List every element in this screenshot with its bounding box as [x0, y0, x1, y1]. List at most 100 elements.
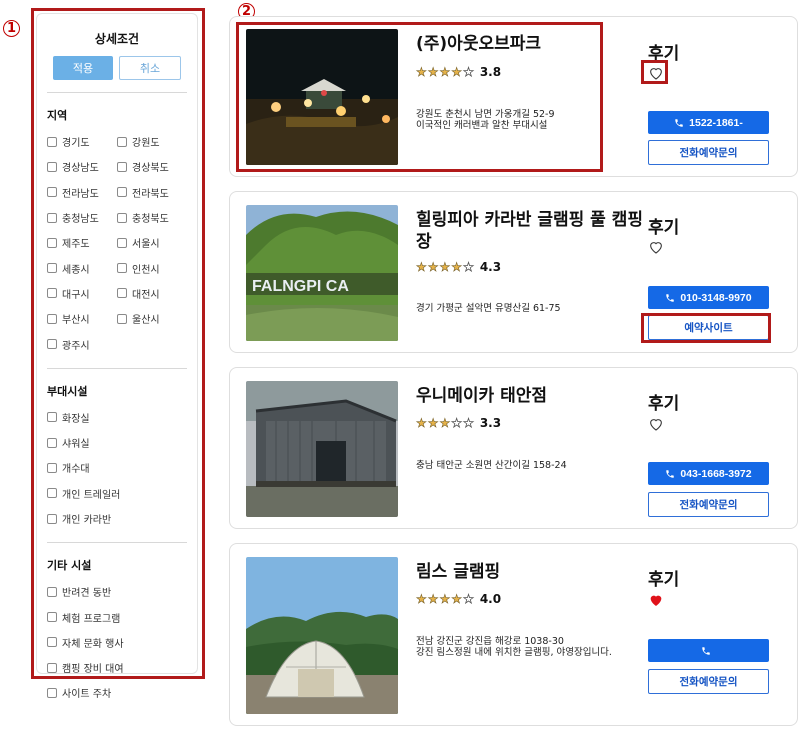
checkbox-icon[interactable]	[47, 212, 57, 223]
checkbox-icon[interactable]	[47, 339, 57, 350]
listing-thumbnail[interactable]: FALNGPI CA	[246, 205, 398, 341]
listing-title[interactable]: 림스 글램핑	[416, 561, 646, 583]
checkbox-icon[interactable]	[117, 237, 127, 248]
filter-checkbox[interactable]: 인천시	[117, 255, 187, 280]
star-filled-icon: ★	[439, 260, 451, 274]
rating: ★ ★ ★ ★ ★ 4.0	[416, 592, 501, 606]
listing-thumbnail[interactable]	[246, 29, 398, 165]
phone-button[interactable]	[648, 639, 769, 662]
checkbox-icon[interactable]	[47, 187, 57, 198]
checkbox-icon[interactable]	[117, 187, 127, 198]
filter-checkbox[interactable]: 세종시	[47, 255, 117, 280]
checkbox-icon[interactable]	[117, 136, 127, 147]
filter-checkbox[interactable]: 경기도	[47, 129, 117, 154]
checkbox-icon[interactable]	[47, 662, 57, 673]
listing-title[interactable]: 우니메이카 태안점	[416, 385, 646, 407]
filter-checkbox[interactable]: 충청북도	[117, 205, 187, 230]
checkbox-icon[interactable]	[47, 136, 57, 147]
filter-checkbox[interactable]: 전라남도	[47, 180, 117, 205]
checkbox-icon[interactable]	[47, 637, 57, 648]
filter-checkbox[interactable]: 강원도	[117, 129, 187, 154]
listing-card[interactable]: 우니메이카 태안점 ★ ★ ★ ★ ★ 3.3 충남 태안군 소원면 산간이길 158-…	[229, 367, 798, 529]
checkbox-icon[interactable]	[47, 237, 57, 248]
checkbox-icon[interactable]	[47, 313, 57, 324]
filter-checkbox[interactable]: 개수대	[47, 455, 187, 480]
filter-checkbox[interactable]: 제주도	[47, 230, 117, 255]
heart-icon[interactable]	[648, 239, 664, 255]
filter-checkbox[interactable]: 반려견 동반	[47, 579, 187, 604]
filter-checkbox[interactable]: 경상남도	[47, 154, 117, 179]
review-link[interactable]: 후기	[648, 389, 679, 414]
phone-inquiry-button[interactable]: 전화예약문의	[648, 669, 769, 694]
listing-card[interactable]: FALNGPI CA 힐링피아 카라반 글램핑 풀 캠핑장 ★ ★ ★ ★ ★ 4.3 …	[229, 191, 798, 353]
checkbox-label: 샤워실	[62, 439, 90, 451]
heart-icon[interactable]	[648, 65, 664, 81]
checkbox-icon[interactable]	[47, 412, 57, 423]
review-link[interactable]: 후기	[648, 39, 679, 64]
filter-checkbox[interactable]: 대구시	[47, 281, 117, 306]
listing-title[interactable]: (주)아웃오브파크	[416, 33, 646, 55]
checkbox-icon[interactable]	[47, 462, 57, 473]
checkbox-icon[interactable]	[117, 212, 127, 223]
review-link[interactable]: 후기	[648, 213, 679, 238]
phone-inquiry-button[interactable]: 전화예약문의	[648, 140, 769, 165]
review-link[interactable]: 후기	[648, 565, 679, 590]
filter-checkbox[interactable]: 샤워실	[47, 430, 187, 455]
filter-checkbox[interactable]: 개인 트레일러	[47, 481, 187, 506]
phone-button[interactable]: 010-3148-9970	[648, 286, 769, 309]
checkbox-label: 자체 문화 행사	[62, 638, 124, 650]
checkbox-label: 광주시	[62, 340, 90, 352]
checkbox-icon[interactable]	[117, 288, 127, 299]
checkbox-icon[interactable]	[47, 513, 57, 524]
cancel-button[interactable]: 취소	[119, 56, 181, 80]
listing-title[interactable]: 힐링피아 카라반 글램핑 풀 캠핑장	[416, 209, 646, 253]
checkbox-icon[interactable]	[47, 161, 57, 172]
checkbox-icon[interactable]	[117, 263, 127, 274]
checkbox-label: 세종시	[62, 264, 90, 276]
checkbox-icon[interactable]	[47, 586, 57, 597]
checkbox-label: 강원도	[132, 138, 160, 150]
filter-checkbox[interactable]: 체험 프로그램	[47, 604, 187, 629]
listing-thumbnail[interactable]	[246, 557, 398, 714]
filter-checkbox[interactable]: 캠핑 장비 대여	[47, 655, 187, 680]
filter-checkbox[interactable]: 사이트 주차	[47, 680, 187, 705]
checkbox-icon[interactable]	[47, 687, 57, 698]
checkbox-icon[interactable]	[47, 263, 57, 274]
filter-checkbox[interactable]: 경상북도	[117, 154, 187, 179]
star-filled-icon: ★	[427, 65, 439, 79]
listing-card[interactable]: 림스 글램핑 ★ ★ ★ ★ ★ 4.0 전남 강진군 강진읍 해강로 1038-30 …	[229, 543, 798, 726]
checkbox-icon[interactable]	[117, 161, 127, 172]
phone-button[interactable]: 1522-1861-	[648, 111, 769, 134]
reservation-site-button[interactable]: 예약사이트	[648, 315, 769, 340]
phone-inquiry-button[interactable]: 전화예약문의	[648, 492, 769, 517]
filter-checkbox[interactable]: 대전시	[117, 281, 187, 306]
listing-thumbnail[interactable]	[246, 381, 398, 517]
checkbox-icon[interactable]	[47, 288, 57, 299]
heart-filled-icon[interactable]	[648, 592, 664, 608]
filter-checkbox[interactable]: 부산시	[47, 306, 117, 331]
phone-button[interactable]: 043-1668-3972	[648, 462, 769, 485]
checkbox-icon[interactable]	[47, 612, 57, 623]
phone-icon	[666, 469, 675, 478]
apply-button[interactable]: 적용	[53, 56, 113, 80]
filter-checkbox[interactable]: 전라북도	[117, 180, 187, 205]
checkbox-label: 부산시	[62, 315, 90, 327]
listing-card[interactable]: (주)아웃오브파크 ★ ★ ★ ★ ★ 3.8 강원도 춘천시 남면 가옹개길 52-9…	[229, 16, 798, 177]
star-filled-icon: ★	[416, 260, 427, 274]
filter-checkbox[interactable]: 자체 문화 행사	[47, 630, 187, 655]
filter-checkbox[interactable]: 개인 카라반	[47, 506, 187, 531]
filter-checkbox[interactable]: 광주시	[47, 331, 117, 356]
filter-checkbox[interactable]: 충청남도	[47, 205, 117, 230]
checkbox-label: 전라남도	[62, 188, 99, 200]
listing-address: 경기 가평군 설악면 유명산길 61-75	[416, 303, 561, 314]
checkbox-label: 체험 프로그램	[62, 613, 121, 625]
filter-checkbox[interactable]: 울산시	[117, 306, 187, 331]
filter-checkbox[interactable]: 화장실	[47, 405, 187, 430]
filter-checkbox[interactable]: 서울시	[117, 230, 187, 255]
checkbox-icon[interactable]	[47, 437, 57, 448]
region-section: 지역 경기도 강원도 경상남도 경상북도 전라남도 전라북도 충청남도 충청북도 제주도 서울시 세…	[47, 93, 187, 365]
checkbox-icon[interactable]	[47, 488, 57, 499]
checkbox-icon[interactable]	[117, 313, 127, 324]
heart-icon[interactable]	[648, 416, 664, 432]
phone-label: 1522-1861-	[689, 116, 743, 129]
